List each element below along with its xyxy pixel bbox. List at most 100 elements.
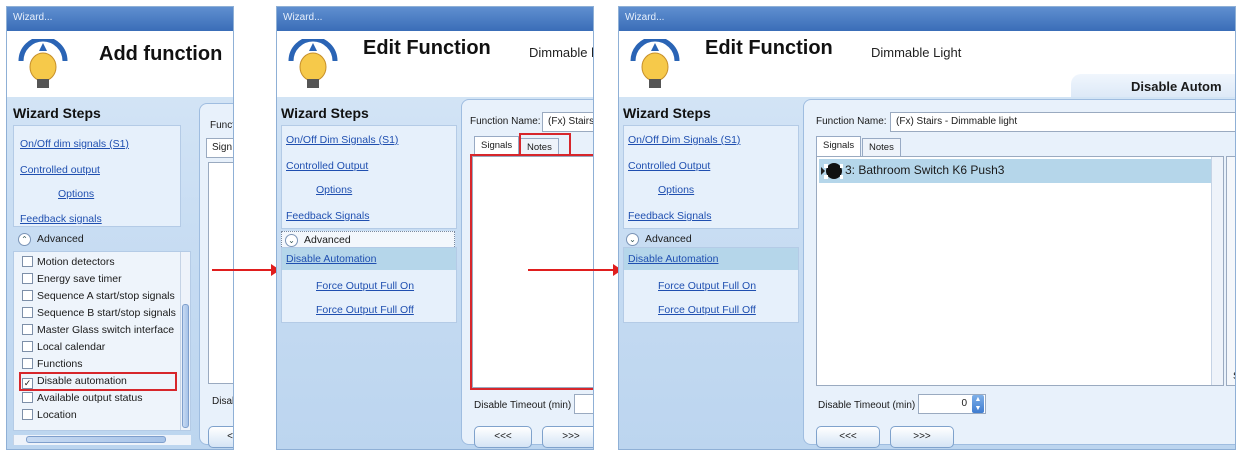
- step-feedback-signals[interactable]: Feedback Signals: [628, 210, 711, 222]
- wizard-steps-panel: On/Off dim signals (S1) Controlled outpu…: [13, 125, 181, 227]
- step-controlled-output[interactable]: Controlled output: [20, 164, 100, 176]
- function-name-input[interactable]: (Fx) Stairs - Dimmable light: [890, 112, 1235, 132]
- header-subtitle: Dimmable Light: [871, 45, 962, 60]
- step-on-off-dim-signals[interactable]: On/Off Dim Signals (S1): [286, 134, 398, 146]
- checkbox-available-output-status[interactable]: Available output status: [22, 392, 142, 409]
- properties-scroll-label: S: [1233, 371, 1235, 382]
- disable-timeout-label: Disable Timeout (min): [818, 400, 916, 411]
- checkbox-label: Master Glass switch interface: [37, 324, 175, 336]
- step-feedback-signals[interactable]: Feedback Signals: [286, 210, 369, 222]
- checkbox-label: Available output status: [37, 392, 143, 404]
- function-panel: Functi Sign Disab <<: [199, 103, 233, 448]
- signal-item-label: 3: Bathroom Switch K6 Push3: [845, 163, 1005, 177]
- header-subtitle: Dimmable l: [529, 45, 594, 60]
- checkbox-location[interactable]: Location: [22, 409, 77, 426]
- step-options[interactable]: Options: [658, 184, 694, 196]
- checkbox-box: [22, 409, 33, 420]
- checkbox-label: Functions: [37, 358, 83, 370]
- checkbox-master-glass[interactable]: Master Glass switch interface: [22, 324, 174, 341]
- chevron-down-icon: ⌄: [626, 233, 639, 246]
- signals-list[interactable]: 3: Bathroom Switch K6 Push3: [816, 156, 1224, 386]
- list-item[interactable]: 3: Bathroom Switch K6 Push3: [819, 159, 1211, 183]
- checkbox-label: Sequence A start/stop signals: [37, 290, 175, 302]
- function-panel: Function Name: (Fx) Stairs Signals Notes…: [461, 99, 593, 448]
- step-force-output-full-on[interactable]: Force Output Full On: [316, 280, 414, 292]
- disable-timeout-label: Disab: [212, 396, 233, 407]
- step-force-output-full-off[interactable]: Force Output Full Off: [316, 304, 414, 316]
- function-name-input[interactable]: (Fx) Stairs: [542, 112, 593, 132]
- disable-timeout-value: 0: [961, 398, 967, 409]
- checkbox-energy-save-timer[interactable]: Energy save timer: [22, 273, 122, 290]
- back-button[interactable]: <<<: [816, 426, 880, 448]
- tab-signals[interactable]: Signals: [474, 136, 520, 156]
- bottom-scrollbar[interactable]: [13, 435, 191, 445]
- step-disable-automation[interactable]: Disable Automation: [286, 253, 376, 265]
- back-button[interactable]: <<<: [474, 426, 532, 448]
- step-on-off-dim-signals[interactable]: On/Off Dim Signals (S1): [628, 134, 740, 146]
- highlight-signals-tab: [519, 133, 571, 156]
- checkbox-label: Sequence B start/stop signals: [37, 307, 176, 319]
- header-title: Add function: [99, 43, 223, 65]
- wizard-steps-panel: On/Off Dim Signals (S1) Controlled Outpu…: [623, 125, 799, 229]
- checkbox-box: [22, 273, 33, 284]
- function-name-label: Function Name:: [816, 116, 887, 127]
- header-title: Edit Function: [363, 37, 491, 59]
- light-bulb-icon: [630, 39, 680, 88]
- step-on-off-dim-signals[interactable]: On/Off dim signals (S1): [20, 138, 129, 150]
- signals-list[interactable]: [208, 162, 233, 384]
- function-panel: Function Name: (Fx) Stairs - Dimmable li…: [803, 99, 1235, 448]
- wizard-steps-title: Wizard Steps: [281, 105, 369, 121]
- advanced-label: Advanced: [37, 233, 84, 245]
- step-options[interactable]: Options: [58, 188, 94, 200]
- wizard-header: Edit Function Dimmable l: [277, 31, 593, 97]
- checkbox-sequence-a[interactable]: Sequence A start/stop signals: [22, 290, 175, 307]
- advanced-toggle[interactable]: ⌃ Advanced: [15, 231, 179, 249]
- wizard-header: Add function: [7, 31, 233, 97]
- window-title: Wizard...: [7, 7, 233, 31]
- light-bulb-icon: [288, 39, 338, 88]
- checkbox-box: [22, 290, 33, 301]
- advanced-label: Advanced: [645, 233, 692, 245]
- tab-signals[interactable]: Signals: [816, 136, 862, 156]
- checkbox-box: [22, 358, 33, 369]
- chevron-down-icon: ⌄: [285, 234, 298, 247]
- spin-button-icon[interactable]: ▲ ▼: [972, 395, 984, 413]
- properties-panel: S: [1226, 156, 1235, 386]
- back-button[interactable]: <<: [208, 426, 233, 448]
- checkbox-box: [22, 341, 33, 352]
- checkbox-box: [22, 324, 33, 335]
- checkbox-label: Location: [37, 409, 77, 421]
- scrollbar-thumb[interactable]: [26, 436, 166, 443]
- step-controlled-output[interactable]: Controlled Output: [628, 160, 710, 172]
- step-options[interactable]: Options: [316, 184, 352, 196]
- next-button[interactable]: >>>: [890, 426, 954, 448]
- step-force-output-full-off[interactable]: Force Output Full Off: [658, 304, 756, 316]
- function-name-label: Function Name:: [470, 116, 541, 127]
- function-name-label: Functi: [210, 120, 233, 131]
- advanced-steps-panel: Disable Automation Force Output Full On …: [623, 247, 799, 323]
- step-controlled-output[interactable]: Controlled Output: [286, 160, 368, 172]
- highlight-signals-area: [470, 154, 593, 390]
- chevron-up-icon: ⌃: [18, 233, 31, 246]
- checkbox-box: [22, 307, 33, 318]
- tab-signals[interactable]: Sign: [206, 138, 233, 158]
- flow-arrow-2: [528, 264, 622, 276]
- disable-timeout-input[interactable]: [574, 394, 593, 414]
- window-title: Wizard...: [277, 7, 593, 31]
- checkbox-label: Motion detectors: [37, 256, 115, 268]
- checkbox-sequence-b[interactable]: Sequence B start/stop signals: [22, 307, 176, 324]
- step-disable-automation[interactable]: Disable Automation: [628, 253, 718, 265]
- tab-notes[interactable]: Notes: [862, 138, 901, 156]
- checkbox-box: [22, 392, 33, 403]
- step-feedback-signals[interactable]: Feedback signals: [20, 213, 102, 225]
- signals-scrollbar[interactable]: [1211, 157, 1223, 385]
- wizard-window-add-function: Wizard... Add function Wizard Steps On/O…: [6, 6, 234, 450]
- step-force-output-full-on[interactable]: Force Output Full On: [658, 280, 756, 292]
- scrollbar-thumb[interactable]: [182, 304, 189, 428]
- wizard-steps-title: Wizard Steps: [623, 105, 711, 121]
- next-button[interactable]: >>>: [542, 426, 593, 448]
- checkbox-local-calendar[interactable]: Local calendar: [22, 341, 105, 358]
- checklist-scrollbar[interactable]: [180, 252, 190, 430]
- header-title: Edit Function: [705, 37, 833, 59]
- checkbox-motion-detectors[interactable]: Motion detectors: [22, 256, 115, 273]
